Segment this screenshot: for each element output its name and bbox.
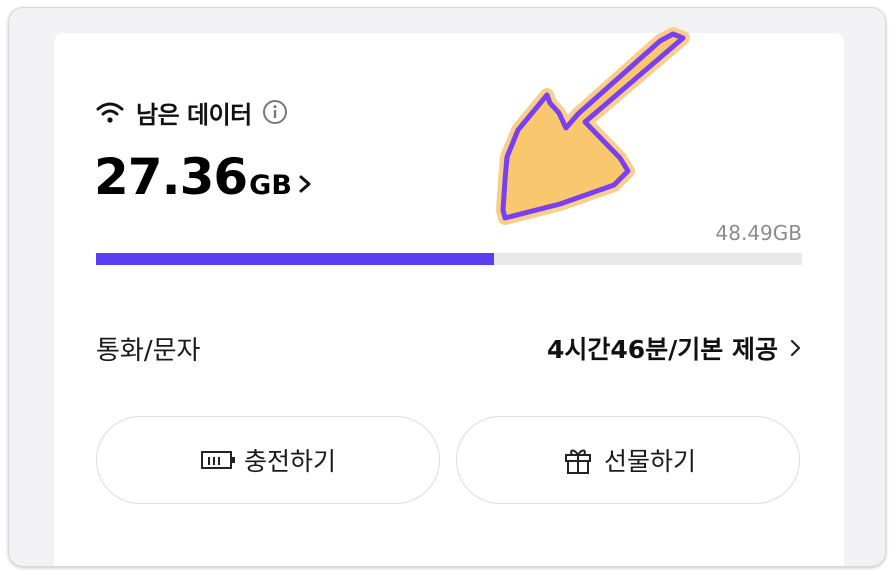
gift-icon xyxy=(564,449,591,474)
call-text-label: 통화/문자 xyxy=(96,335,201,366)
gift-button[interactable]: 선물하기 xyxy=(456,416,800,504)
data-usage-progress-bar xyxy=(96,253,802,265)
wifi-icon xyxy=(96,102,124,123)
gift-button-label: 선물하기 xyxy=(603,447,696,476)
remaining-data-unit: GB xyxy=(249,170,292,201)
call-text-row: 통화/문자 4시간46분/기본 제공 xyxy=(96,328,802,368)
data-section-header: 남은 데이터 xyxy=(96,95,288,129)
charge-button[interactable]: 충전하기 xyxy=(96,416,440,504)
call-text-link[interactable]: 4시간46분/기본 제공 xyxy=(547,330,802,366)
data-usage-card: 남은 데이터 27.36 GB 48.49GB 통화/문자 4시간46분/기본 … xyxy=(54,33,844,566)
call-text-value: 4시간46분/기본 제공 xyxy=(546,335,778,364)
chevron-right-icon xyxy=(299,175,311,193)
progress-fill xyxy=(96,253,495,265)
chevron-right-icon xyxy=(790,339,801,357)
app-frame: 남은 데이터 27.36 GB 48.49GB 통화/문자 4시간46분/기본 … xyxy=(9,8,885,566)
battery-icon xyxy=(200,451,235,469)
remaining-data-link[interactable]: 27.36 GB xyxy=(94,148,312,206)
charge-button-label: 충전하기 xyxy=(243,447,336,476)
remaining-data-value: 27.36 xyxy=(94,148,248,206)
section-title: 남은 데이터 xyxy=(136,100,252,129)
total-data-label: 48.49GB xyxy=(715,221,802,245)
info-icon[interactable] xyxy=(262,99,288,125)
